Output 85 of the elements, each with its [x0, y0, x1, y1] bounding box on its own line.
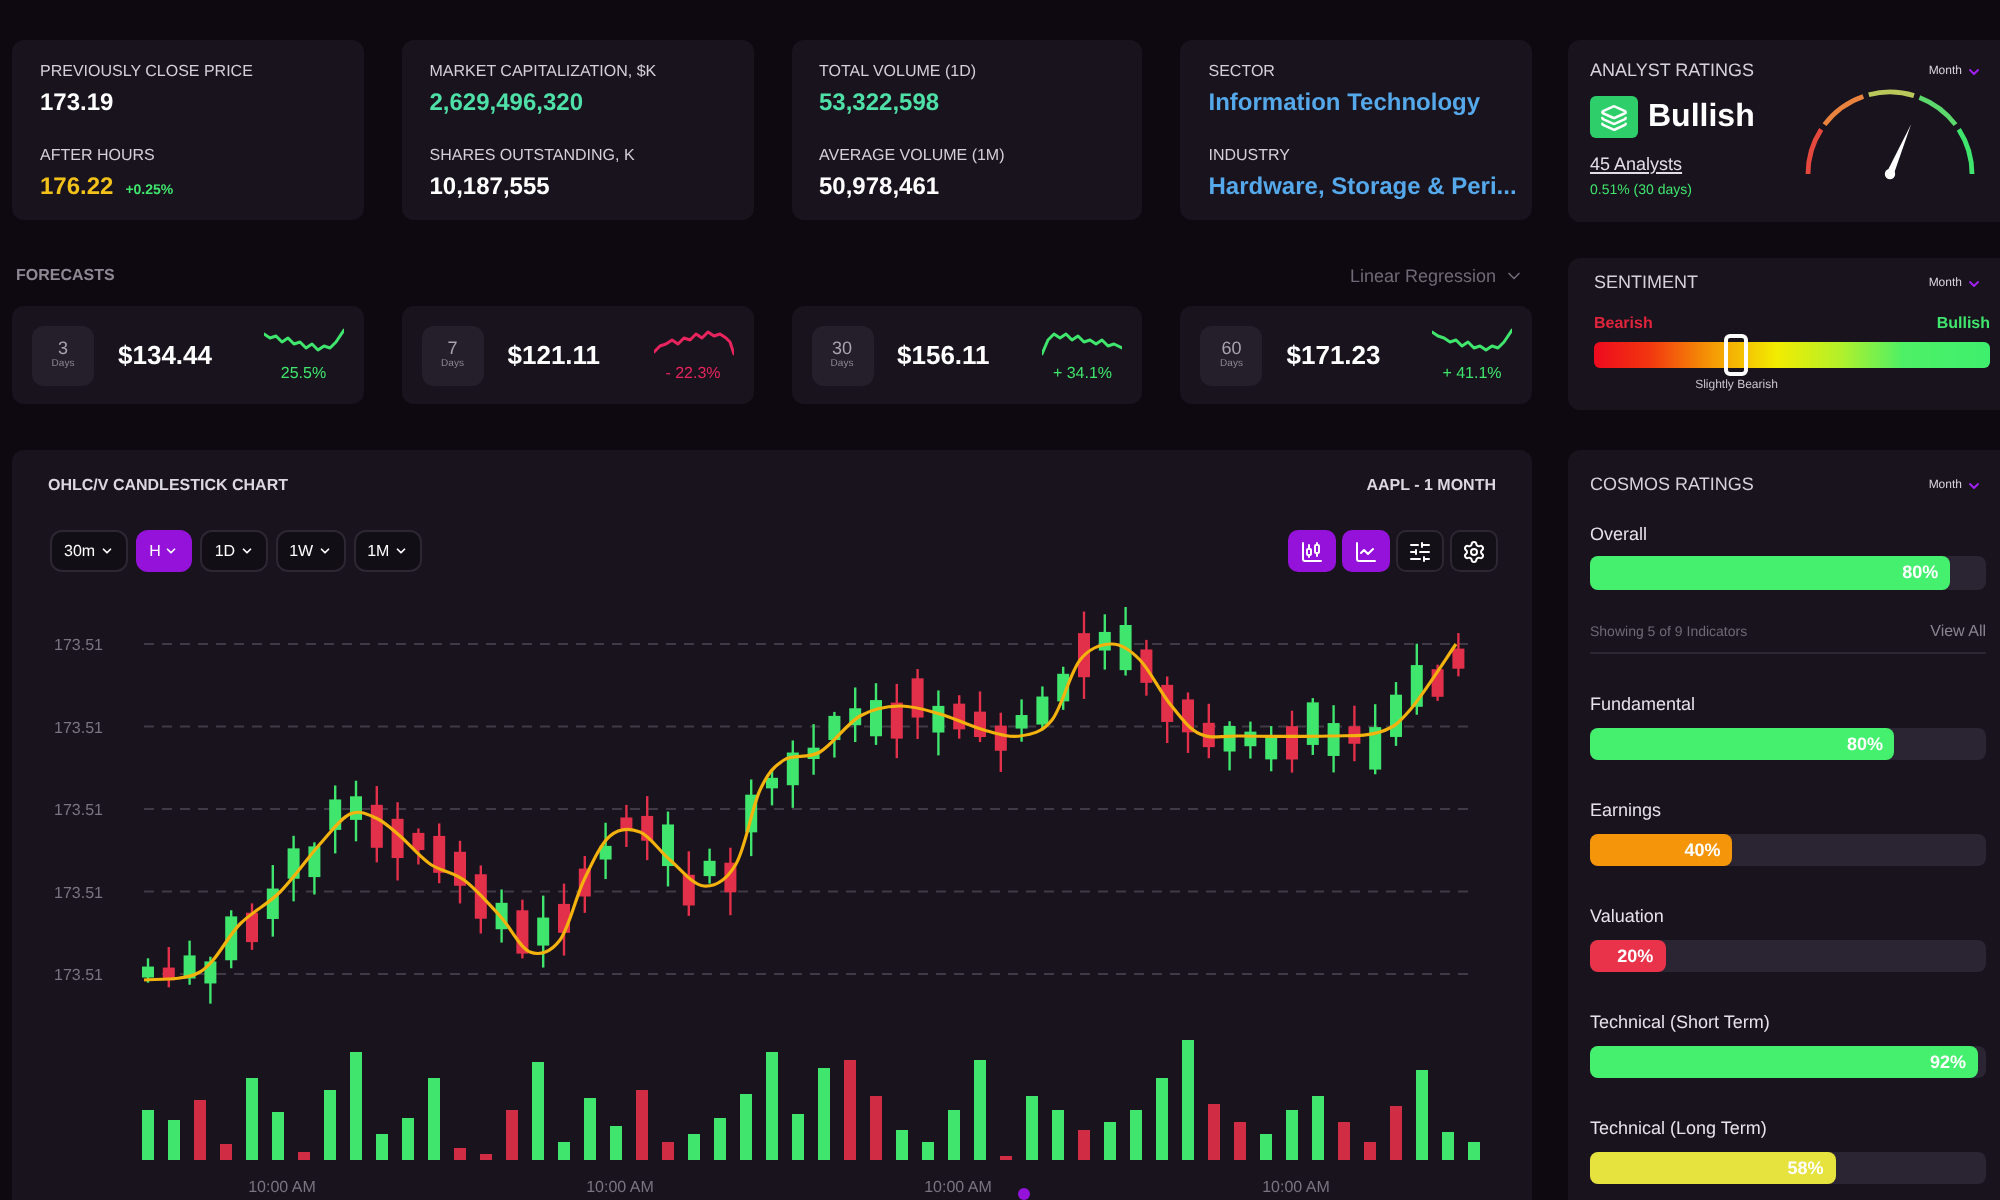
timeframe-button[interactable]: 1W — [275, 530, 346, 572]
forecast-price: $156.11 — [897, 339, 990, 371]
view-all-link[interactable]: View All — [1930, 622, 1986, 642]
chart-tool-button[interactable] — [1288, 530, 1336, 572]
sliders-icon — [1408, 539, 1432, 563]
stat-label: SHARES OUTSTANDING, K — [429, 146, 637, 166]
rating-value: 20% — [1617, 945, 1654, 967]
y-axis-label: 173.51 — [54, 801, 103, 819]
days-number: 3 — [57, 338, 68, 358]
stat-value: Hardware, Storage & Peri... — [1208, 172, 1517, 202]
rating-value: 80% — [1846, 733, 1883, 755]
indicator-label: Fundamental — [1590, 694, 1698, 716]
stat-label: PREVIOUSLY CLOSE PRICE — [40, 62, 255, 82]
indicator-label: Valuation — [1590, 906, 1666, 928]
rating-value: 92% — [1930, 1051, 1967, 1073]
timeframe-button[interactable]: 30m — [50, 530, 128, 572]
indicator-label: Technical (Short Term) — [1590, 1012, 1772, 1034]
forecast-change: 25.5% — [280, 363, 327, 383]
stat-value: Information Technology — [1208, 88, 1481, 118]
stat-value: 53,322,598 — [819, 88, 940, 118]
bullish-label: Bullish — [1936, 314, 1990, 334]
rating-value: 80% — [1902, 562, 1939, 584]
stat-label: SECTOR — [1208, 62, 1277, 82]
timeframe-button[interactable]: H — [135, 530, 193, 572]
caret-icon — [317, 544, 332, 558]
chevron-down-icon — [1966, 477, 1982, 493]
x-axis-label: 10:00 AM — [1262, 1178, 1330, 1196]
forecast-price: $171.23 — [1286, 339, 1381, 371]
indicator-label: Technical (Long Term) — [1590, 1118, 1769, 1140]
stat-label: TOTAL VOLUME (1D) — [819, 62, 979, 82]
rating-value: 40% — [1684, 839, 1721, 861]
method-dropdown[interactable]: Linear Regression — [1349, 265, 1524, 287]
days-number: 7 — [447, 338, 458, 358]
chevron-down-icon — [1966, 63, 1982, 79]
candlestick-icon — [1300, 539, 1324, 563]
days-number: 30 — [831, 338, 852, 358]
forecast-price: $121.11 — [507, 339, 601, 371]
rating-value: 58% — [1787, 1157, 1824, 1179]
stat-label: AFTER HOURS — [40, 146, 157, 166]
card-title: COSMOS RATINGS — [1590, 474, 1754, 496]
layers-icon — [1590, 96, 1638, 138]
x-axis-label: 10:00 AM — [586, 1178, 654, 1196]
stat-value: 10,187,555 — [429, 172, 550, 202]
y-axis-label: 173.51 — [54, 636, 103, 654]
chart-tool-button[interactable] — [1396, 530, 1444, 572]
card-title: SENTIMENT — [1594, 272, 1699, 294]
analysts-link[interactable]: 45 Analysts — [1590, 154, 1755, 176]
forecast-change: - 22.3% — [665, 363, 721, 383]
bearish-label: Bearish — [1594, 314, 1653, 334]
chart-tool-button[interactable] — [1342, 530, 1390, 572]
stat-label: INDUSTRY — [1208, 146, 1292, 166]
settings-icon — [1462, 539, 1486, 563]
caret-icon — [393, 544, 408, 558]
stat-value: 176.22 — [40, 172, 114, 202]
indicator-label: Earnings — [1590, 800, 1664, 822]
chevron-down-icon — [1966, 275, 1982, 291]
stat-label: AVERAGE VOLUME (1M) — [819, 146, 1007, 166]
indicator-label: Overall — [1590, 524, 1650, 546]
chart-tool-button[interactable] — [1450, 530, 1498, 572]
x-axis-label: 10:00 AM — [248, 1178, 316, 1196]
x-axis-label: 10:00 AM — [924, 1178, 992, 1196]
range-handle-icon[interactable] — [1018, 1188, 1030, 1200]
section-title: FORECASTS — [16, 266, 115, 286]
days-number: 60 — [1221, 338, 1242, 358]
timeframe-button[interactable]: 1D — [200, 530, 268, 572]
chart-symbol: AAPL - 1 MONTH — [1366, 476, 1496, 496]
stat-label: MARKET CAPITALIZATION, $K — [429, 62, 659, 82]
card-title: ANALYST RATINGS — [1590, 60, 1755, 82]
y-axis-label: 173.51 — [54, 718, 103, 737]
forecast-price: $134.44 — [118, 339, 212, 371]
slider-thumb[interactable] — [1724, 334, 1749, 376]
line-chart-icon — [1354, 539, 1378, 563]
rating-label: Bullish — [1648, 97, 1755, 137]
caret-icon — [239, 544, 254, 558]
caret-icon — [164, 544, 179, 558]
caret-icon — [99, 544, 114, 558]
timeframe-button[interactable]: 1M — [353, 530, 422, 572]
stat-value: 2,629,496,320 — [429, 88, 583, 118]
y-axis-label: 173.51 — [54, 966, 103, 984]
y-axis-label: 173.51 — [54, 883, 103, 902]
stat-value: 50,978,461 — [819, 172, 940, 202]
stat-value: 173.19 — [40, 88, 114, 118]
forecast-change: + 34.1% — [1052, 363, 1113, 383]
forecast-change: + 41.1% — [1442, 363, 1502, 383]
chart-title: OHLC/V CANDLESTICK CHART — [48, 476, 288, 496]
